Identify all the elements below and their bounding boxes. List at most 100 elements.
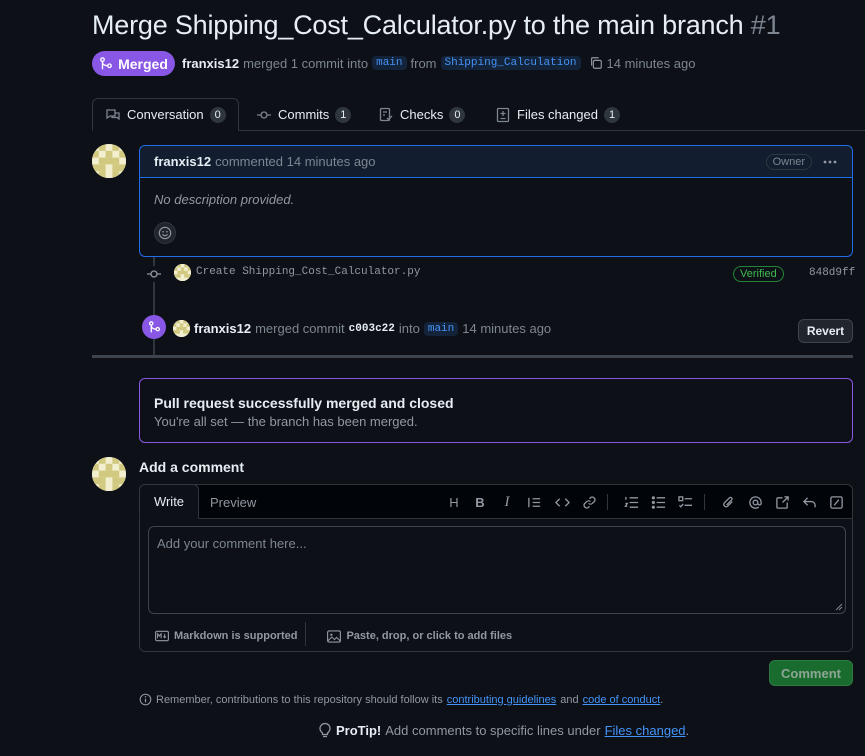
protip-text: Add comments to specific lines under (385, 722, 601, 738)
contribution-guidelines-note: Remember, contributions to this reposito… (139, 693, 663, 706)
comment-discussion-icon (106, 108, 120, 120)
pr-number: #1 (750, 10, 781, 40)
image-icon (327, 629, 342, 643)
tab-count: 1 (335, 106, 352, 123)
comment-editor: Write Preview H B I Markdown is supporte… (139, 484, 853, 652)
markdown-icon (155, 630, 169, 642)
quote-icon[interactable] (525, 493, 543, 511)
git-merge-icon (148, 320, 160, 332)
file-diff-icon (496, 107, 510, 122)
from-text: from (410, 55, 437, 71)
add-comment-heading: Add a comment (139, 459, 245, 475)
timeline-commit-row: Create Shipping_Cost_Calculator.py Verif… (146, 264, 855, 284)
tab-count: 0 (209, 106, 226, 123)
pr-meta-line: franxis12 merged 1 commit into main from… (182, 54, 695, 72)
merged-status-box: Pull request successfully merged and clo… (139, 378, 853, 443)
tab-label: Files changed (517, 107, 598, 122)
unordered-list-icon[interactable] (649, 493, 667, 511)
comment-submit-button[interactable]: Comment (769, 660, 853, 686)
task-list-icon[interactable] (676, 493, 694, 511)
protip-label: ProTip! (336, 722, 382, 738)
pr-author-link[interactable]: franxis12 (182, 56, 239, 71)
guidelines-suffix: . (660, 693, 664, 706)
merge-time: 14 minutes ago (462, 321, 552, 336)
git-commit-icon (146, 266, 162, 282)
tab-label: Commits (278, 107, 330, 122)
timeline-merge-badge (142, 315, 166, 339)
copy-icon[interactable] (589, 56, 603, 70)
merged-state-badge: Merged (92, 51, 175, 76)
slash-commands-icon[interactable] (827, 493, 845, 511)
verified-badge[interactable]: Verified (733, 266, 784, 282)
reply-icon[interactable] (800, 493, 818, 511)
git-commit-icon (257, 110, 271, 119)
smiley-icon (158, 226, 172, 240)
tab-label: Conversation (127, 107, 204, 122)
markdown-supported-link[interactable]: Markdown is supported (155, 630, 297, 642)
comment-action: commented 14 minutes ago (215, 154, 376, 169)
attach-note: Paste, drop, or click to add files (346, 630, 513, 642)
files-changed-link[interactable]: Files changed (605, 723, 686, 738)
editor-tab-bar: Write Preview H B I (139, 484, 852, 519)
ordered-list-icon[interactable] (622, 493, 640, 511)
tab-files-changed[interactable]: Files changed 1 (483, 98, 632, 131)
state-label: Merged (118, 55, 168, 72)
comment-textarea[interactable] (148, 526, 846, 614)
footer-separator (305, 622, 306, 646)
tab-conversation[interactable]: Conversation 0 (92, 98, 239, 131)
mention-icon[interactable] (746, 493, 764, 511)
link-icon[interactable] (580, 493, 598, 511)
protip: ProTip! Add comments to specific lines u… (318, 722, 689, 738)
commit-message-link[interactable]: Create Shipping_Cost_Calculator.py (196, 266, 420, 278)
cross-reference-icon[interactable] (773, 493, 791, 511)
paperclip-icon[interactable] (719, 493, 737, 511)
tab-preview[interactable]: Preview (210, 485, 256, 519)
comment-header: franxis12 commented 14 minutes ago Owner (140, 146, 852, 178)
merged-status-subtitle: You're all set — the branch has been mer… (154, 414, 418, 429)
tab-write[interactable]: Write (139, 484, 199, 519)
merger-avatar[interactable] (173, 320, 190, 337)
merged-text: merged 1 commit into (243, 55, 369, 71)
git-merge-icon (100, 56, 112, 69)
info-icon (139, 693, 152, 706)
merged-status-title: Pull request successfully merged and clo… (154, 395, 454, 411)
merge-target-branch[interactable]: main (423, 321, 459, 336)
italic-icon[interactable]: I (498, 493, 516, 511)
code-icon[interactable] (553, 493, 571, 511)
head-branch[interactable]: Shipping_Calculation (440, 56, 581, 70)
kebab-horizontal-icon[interactable] (822, 154, 838, 170)
tab-count: 0 (449, 106, 466, 123)
code-of-conduct-link[interactable]: code of conduct (583, 694, 661, 706)
commit-sha-link[interactable]: 848d9ff (809, 267, 855, 279)
merger-author-link[interactable]: franxis12 (194, 321, 251, 336)
tab-count: 1 (603, 106, 621, 123)
revert-button[interactable]: Revert (798, 319, 853, 343)
add-reaction-button[interactable] (154, 222, 176, 244)
attach-files-button[interactable]: Paste, drop, or click to add files (327, 629, 513, 643)
merge-event-line: franxis12 merged commit c003c22 into mai… (173, 320, 551, 337)
tab-commits[interactable]: Commits 1 (244, 98, 363, 131)
comment-author-link[interactable]: franxis12 (154, 154, 211, 169)
resize-handle-icon[interactable] (835, 603, 843, 611)
editor-footer: Markdown is supported Paste, drop, or cl… (140, 620, 852, 652)
toolbar-separator (607, 494, 608, 510)
pr-time: 14 minutes ago (606, 55, 696, 71)
comment-body: No description provided. (154, 192, 295, 207)
guidelines-prefix: Remember, contributions to this reposito… (156, 693, 443, 706)
light-bulb-icon (319, 722, 331, 738)
base-branch[interactable]: main (372, 56, 407, 70)
comment-author-avatar[interactable] (92, 144, 126, 178)
contributing-guidelines-link[interactable]: contributing guidelines (447, 694, 556, 706)
pr-title: Merge Shipping_Cost_Calculator.py to the… (92, 10, 781, 41)
guidelines-and: and (560, 693, 579, 706)
current-user-avatar[interactable] (92, 457, 126, 491)
tab-checks[interactable]: Checks 0 (366, 98, 477, 131)
merge-commit-sha-link[interactable]: c003c22 (349, 323, 395, 335)
timeline-end-divider (92, 355, 853, 358)
bold-icon[interactable]: B (471, 493, 489, 511)
heading-icon[interactable]: H (445, 493, 463, 511)
checklist-icon (379, 107, 393, 121)
comment-box: franxis12 commented 14 minutes ago Owner… (139, 145, 853, 257)
merge-event-text: merged commit (255, 321, 345, 336)
commit-author-avatar[interactable] (174, 264, 191, 281)
